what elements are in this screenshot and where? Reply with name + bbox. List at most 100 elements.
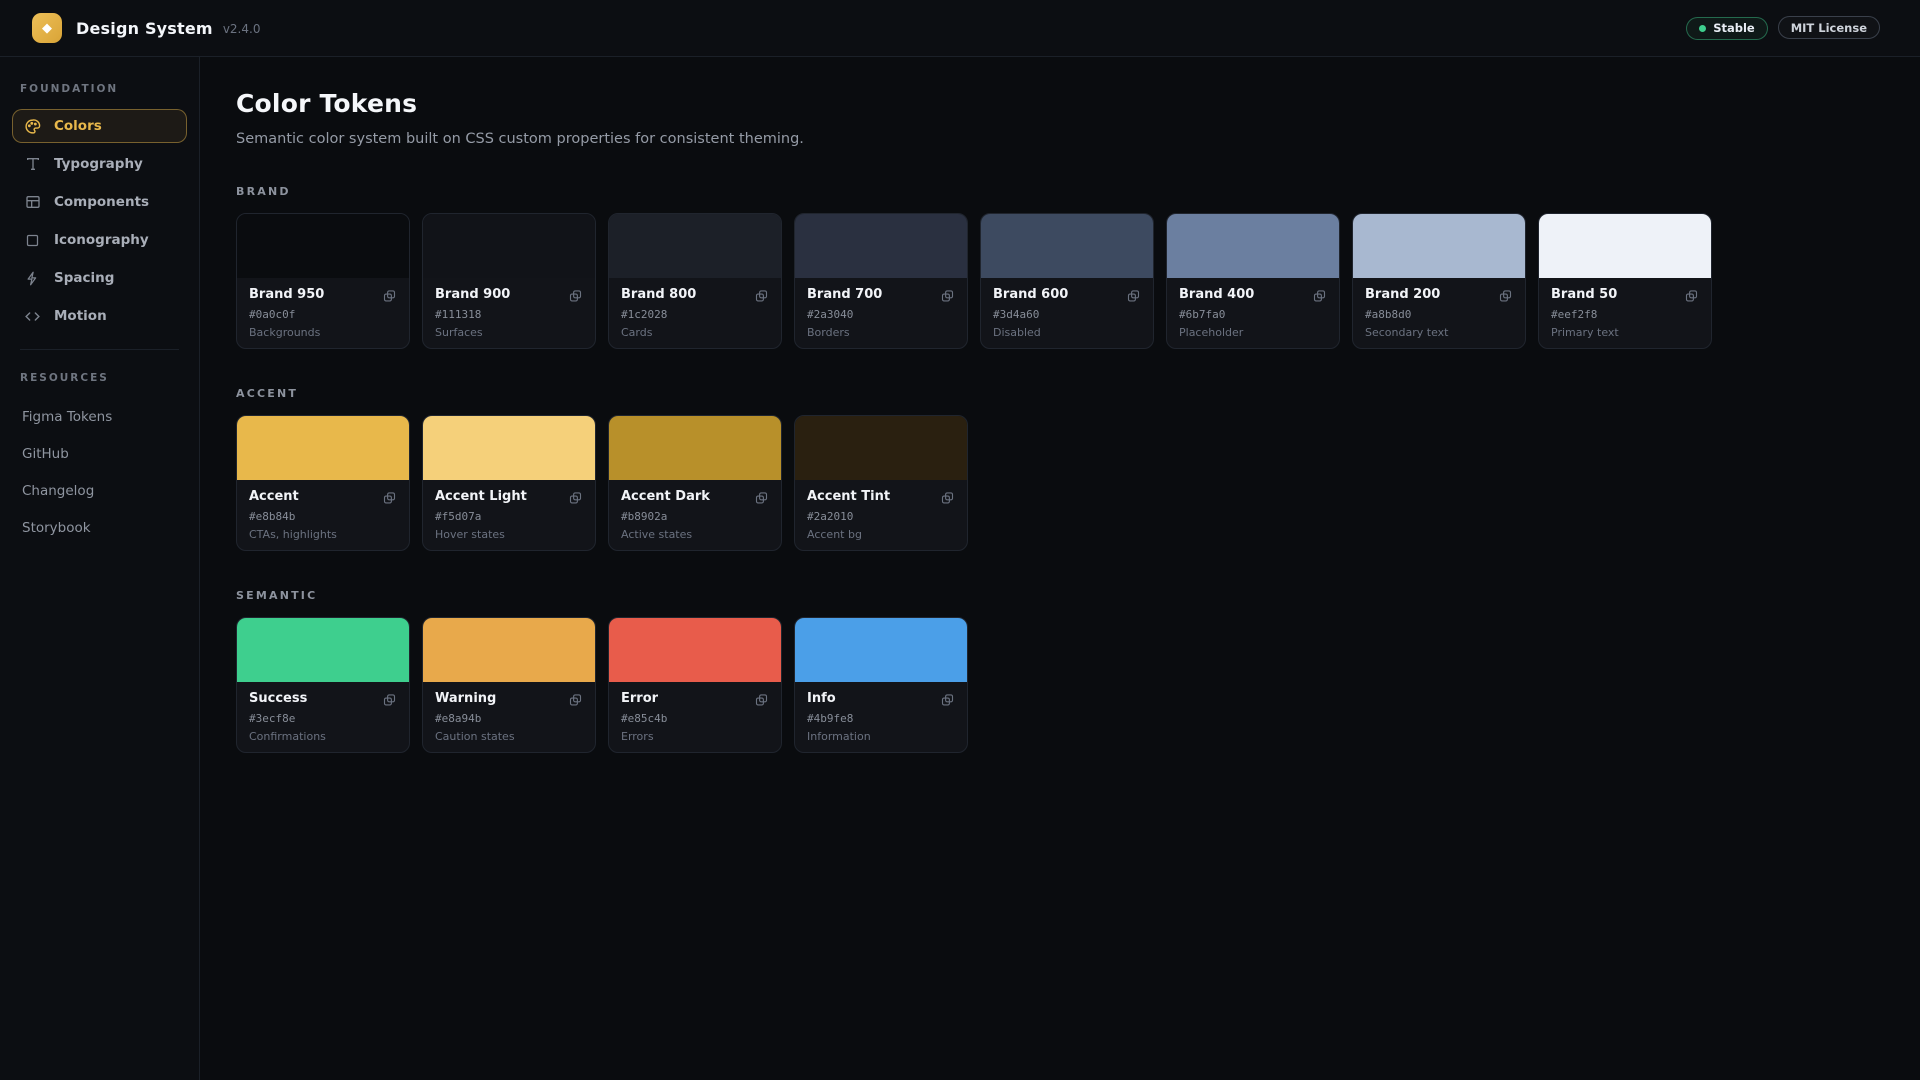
token-card-brand-700: Brand 700#2a3040Borders [794,213,968,349]
token-hex: #0a0c0f [249,308,397,321]
token-hex: #3d4a60 [993,308,1141,321]
token-info: Brand 950#0a0c0fBackgrounds [237,278,409,339]
sidebar-link-figma-tokens[interactable]: Figma Tokens [12,398,187,435]
token-description: Surfaces [435,326,583,339]
token-info: Brand 50#eef2f8Primary text [1539,278,1711,339]
copy-icon[interactable] [937,488,957,508]
token-card-brand-950: Brand 950#0a0c0fBackgrounds [236,213,410,349]
color-swatch [609,214,781,278]
token-description: CTAs, highlights [249,528,397,541]
copy-icon[interactable] [565,286,585,306]
token-description: Cards [621,326,769,339]
token-info: Error#e85c4bErrors [609,682,781,743]
token-card-accent: Accent#e8b84bCTAs, highlights [236,415,410,551]
token-name: Accent Tint [807,489,955,504]
code-icon [23,307,42,326]
page-title: Color Tokens [236,89,1880,118]
copy-icon[interactable] [937,286,957,306]
status-badge-mit-license: MIT License [1778,16,1880,39]
sidebar-link-changelog[interactable]: Changelog [12,472,187,509]
sidebar-link-storybook[interactable]: Storybook [12,509,187,546]
sidebar-item-spacing[interactable]: Spacing [12,261,187,295]
sidebar-item-iconography[interactable]: Iconography [12,223,187,257]
token-info: Brand 700#2a3040Borders [795,278,967,339]
color-swatch [237,618,409,682]
sidebar-item-label: Iconography [54,232,149,248]
copy-icon[interactable] [937,690,957,710]
token-info: Brand 400#6b7fa0Placeholder [1167,278,1339,339]
token-name: Brand 700 [807,287,955,302]
token-grid: Accent#e8b84bCTAs, highlightsAccent Ligh… [236,415,1880,551]
token-hex: #eef2f8 [1551,308,1699,321]
app-header: ◆ Design System v2.4.0 StableMIT License [0,0,1920,57]
token-description: Placeholder [1179,326,1327,339]
badge-label: MIT License [1791,21,1867,35]
token-description: Hover states [435,528,583,541]
token-description: Confirmations [249,730,397,743]
token-name: Warning [435,691,583,706]
token-card-brand-900: Brand 900#111318Surfaces [422,213,596,349]
color-swatch [423,618,595,682]
copy-icon[interactable] [379,690,399,710]
copy-icon[interactable] [565,488,585,508]
app-title: Design System [76,19,213,38]
token-card-brand-800: Brand 800 #1c2028 Cards [608,213,782,349]
token-card-brand-200: Brand 200#a8b8d0Secondary text [1352,213,1526,349]
token-description: Disabled [993,326,1141,339]
token-description: Secondary text [1365,326,1513,339]
sidebar-item-label: Spacing [54,270,114,286]
token-section-label: SEMANTIC [236,589,1880,602]
token-hex: #4b9fe8 [807,712,955,725]
copy-icon[interactable] [379,286,399,306]
sidebar-item-components[interactable]: Components [12,185,187,219]
main-content: Color Tokens Semantic color system built… [200,57,1920,1080]
token-card-error: Error#e85c4bErrors [608,617,782,753]
token-description: Primary text [1551,326,1699,339]
token-section-semantic: SEMANTICSuccess#3ecf8eConfirmationsWarni… [236,589,1880,753]
color-swatch [1353,214,1525,278]
color-swatch [609,618,781,682]
color-swatch [1539,214,1711,278]
token-info: Brand 600#3d4a60Disabled [981,278,1153,339]
token-name: Brand 800 [621,287,769,302]
token-hex: #111318 [435,308,583,321]
token-card-warning: Warning#e8a94bCaution states [422,617,596,753]
token-card-accent-dark: Accent Dark#b8902aActive states [608,415,782,551]
sidebar-link-github[interactable]: GitHub [12,435,187,472]
token-name: Brand 200 [1365,287,1513,302]
copy-icon[interactable] [1495,286,1515,306]
copy-icon[interactable] [379,488,399,508]
copy-icon[interactable] [1681,286,1701,306]
color-swatch [237,214,409,278]
token-name: Error [621,691,769,706]
copy-icon[interactable] [1309,286,1329,306]
sidebar-item-label: Colors [54,118,102,134]
token-info: Accent Light#f5d07aHover states [423,480,595,541]
copy-icon[interactable] [1123,286,1143,306]
token-hex: #1c2028 [621,308,769,321]
token-sections: BRAND Brand 950#0a0c0fBackgroundsBrand 90… [236,185,1880,753]
sidebar-item-typography[interactable]: Typography [12,147,187,181]
copy-icon[interactable] [751,690,771,710]
token-hex: #e85c4b [621,712,769,725]
palette-icon [23,117,42,136]
color-swatch [609,416,781,480]
token-grid: Brand 950#0a0c0fBackgroundsBrand 900#111… [236,213,1880,349]
sidebar-item-colors[interactable]: Colors [12,109,187,143]
token-hex: #2a3040 [807,308,955,321]
color-swatch [795,214,967,278]
sidebar-section-label-foundation: FOUNDATION [12,83,187,95]
copy-icon[interactable] [751,286,771,306]
app-version: v2.4.0 [223,22,261,36]
token-info: Accent#e8b84bCTAs, highlights [237,480,409,541]
sidebar-item-label: Motion [54,308,107,324]
token-info: Warning#e8a94bCaution states [423,682,595,743]
token-section-label: BRAND [236,185,1880,198]
color-swatch [1167,214,1339,278]
bolt-icon [23,269,42,288]
app-logo-icon: ◆ [32,13,62,43]
token-card-accent-tint: Accent Tint#2a2010Accent bg [794,415,968,551]
copy-icon[interactable] [565,690,585,710]
copy-icon[interactable] [751,488,771,508]
sidebar-item-motion[interactable]: Motion [12,299,187,333]
